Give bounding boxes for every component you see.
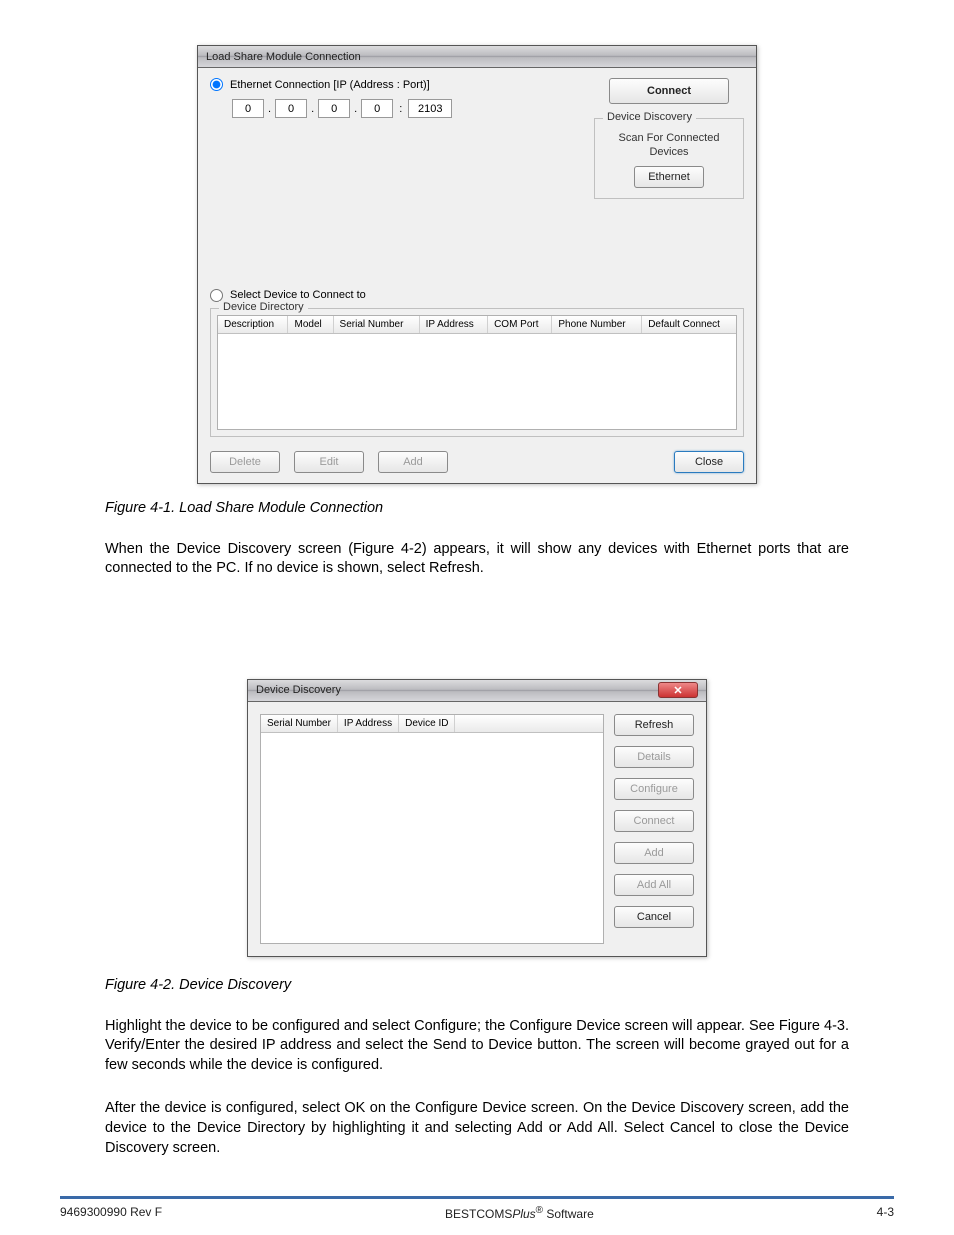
discovery-group-title: Device Discovery <box>603 111 696 123</box>
footer-left: 9469300990 Rev F <box>60 1205 162 1221</box>
ethernet-scan-button[interactable]: Ethernet <box>634 166 704 188</box>
col-comport[interactable]: COM Port <box>488 316 552 334</box>
dot: . <box>267 103 272 115</box>
port-input[interactable] <box>408 99 452 118</box>
ip-octet-3[interactable] <box>318 99 350 118</box>
discovery-titlebar: Device Discovery ✕ <box>248 680 706 702</box>
ethernet-radio-label: Ethernet Connection [IP (Address : Port)… <box>230 79 430 91</box>
col-default[interactable]: Default Connect <box>642 316 736 334</box>
ip-octet-2[interactable] <box>275 99 307 118</box>
dialog-titlebar: Load Share Module Connection <box>198 46 756 68</box>
discovery-title: Device Discovery <box>256 684 341 696</box>
col-serial[interactable]: Serial Number <box>333 316 419 334</box>
close-button[interactable]: Close <box>674 451 744 473</box>
ip-octet-1[interactable] <box>232 99 264 118</box>
d2-connect-button[interactable]: Connect <box>614 810 694 832</box>
close-icon[interactable]: ✕ <box>658 682 698 698</box>
edit-button[interactable]: Edit <box>294 451 364 473</box>
discovery-text: Scan For Connected Devices <box>603 131 735 160</box>
footer-rule <box>60 1196 894 1199</box>
page-footer: 9469300990 Rev F BESTCOMSPlus® Software … <box>60 1205 894 1221</box>
figure-1-caption: Figure 4-1. Load Share Module Connection <box>105 500 849 516</box>
paragraph-2: Highlight the device to be configured an… <box>105 1017 849 1076</box>
discovery-table[interactable]: Serial Number IP Address Device ID <box>260 714 604 944</box>
col-phone[interactable]: Phone Number <box>552 316 642 334</box>
device-directory-table[interactable]: Description Model Serial Number IP Addre… <box>217 315 737 430</box>
refresh-button[interactable]: Refresh <box>614 714 694 736</box>
d2-add-button[interactable]: Add <box>614 842 694 864</box>
col-description[interactable]: Description <box>218 316 288 334</box>
footer-center: BESTCOMSPlus® Software <box>445 1205 594 1221</box>
addall-button[interactable]: Add All <box>614 874 694 896</box>
ip-octet-4[interactable] <box>361 99 393 118</box>
connect-button[interactable]: Connect <box>609 78 729 104</box>
d2-col-serial[interactable]: Serial Number <box>261 715 337 733</box>
ip-address-row: . . . : <box>232 99 584 118</box>
paragraph-3: After the device is configured, select O… <box>105 1099 849 1158</box>
col-model[interactable]: Model <box>288 316 333 334</box>
select-device-radio-label: Select Device to Connect to <box>230 289 366 301</box>
delete-button[interactable]: Delete <box>210 451 280 473</box>
footer-right: 4-3 <box>877 1205 894 1221</box>
cancel-button[interactable]: Cancel <box>614 906 694 928</box>
connection-dialog: Load Share Module Connection Ethernet Co… <box>197 45 757 484</box>
details-button[interactable]: Details <box>614 746 694 768</box>
d2-col-deviceid[interactable]: Device ID <box>399 715 455 733</box>
dialog-title: Load Share Module Connection <box>206 51 361 63</box>
figure-2-caption: Figure 4-2. Device Discovery <box>105 977 849 993</box>
ethernet-radio[interactable] <box>210 78 223 91</box>
d2-col-ip[interactable]: IP Address <box>337 715 398 733</box>
paragraph-1: When the Device Discovery screen (Figure… <box>105 540 849 579</box>
col-ip[interactable]: IP Address <box>419 316 487 334</box>
directory-group-title: Device Directory <box>219 301 308 313</box>
dot: . <box>310 103 315 115</box>
configure-button[interactable]: Configure <box>614 778 694 800</box>
dot: . <box>353 103 358 115</box>
colon: : <box>396 103 405 115</box>
discovery-dialog: Device Discovery ✕ Serial Number IP Addr… <box>247 679 707 957</box>
add-button[interactable]: Add <box>378 451 448 473</box>
